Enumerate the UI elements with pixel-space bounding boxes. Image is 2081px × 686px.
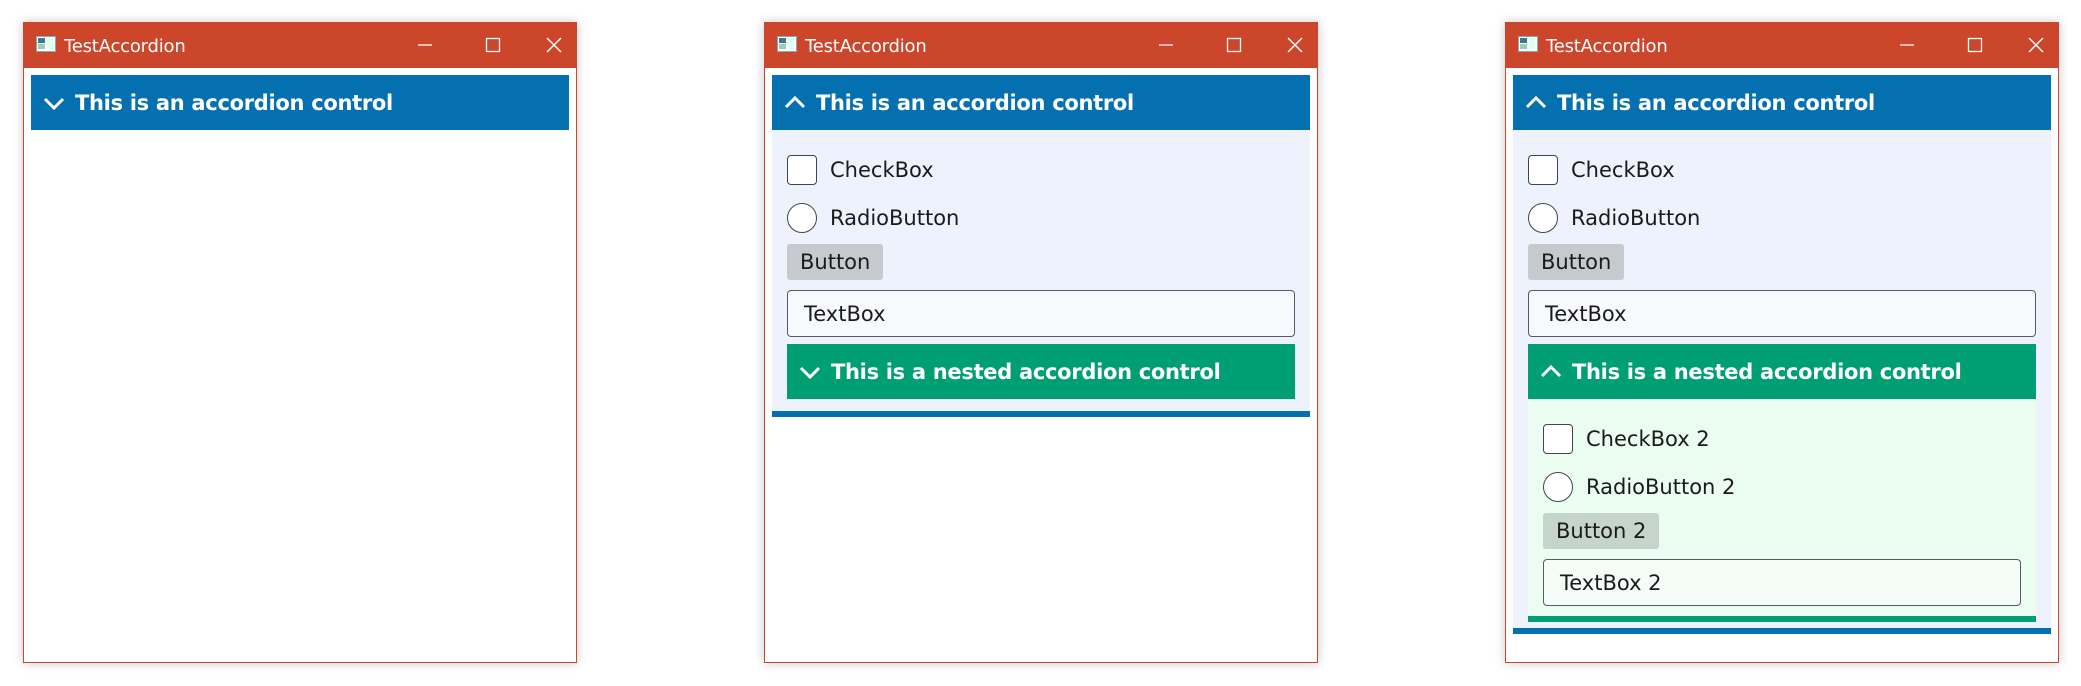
maximize-button[interactable]: [1211, 29, 1257, 61]
maximize-button[interactable]: [470, 29, 516, 61]
window-collapsed: TestAccordion This is an accordion contr…: [23, 22, 577, 663]
checkbox-box[interactable]: [1528, 155, 1558, 185]
accordion-header-label: This is an accordion control: [1557, 90, 1875, 115]
button[interactable]: Button: [787, 244, 884, 280]
button[interactable]: Button: [1528, 244, 1625, 280]
radio-label: RadioButton: [1571, 206, 1701, 230]
chevron-up-icon: [784, 95, 806, 108]
maximize-button[interactable]: [1952, 29, 1998, 61]
checkbox-box[interactable]: [787, 155, 817, 185]
accordion-panel: CheckBox RadioButton Button TextBox This…: [1513, 130, 2051, 634]
radio-button[interactable]: RadioButton: [1528, 194, 2036, 242]
window-title: TestAccordion: [64, 36, 186, 57]
close-button[interactable]: [1272, 29, 1318, 61]
radio-label: RadioButton: [830, 206, 960, 230]
chevron-up-icon: [1525, 95, 1547, 108]
maximize-icon: [1226, 37, 1242, 53]
title-bar[interactable]: TestAccordion: [24, 23, 576, 68]
maximize-icon: [485, 37, 501, 53]
app-icon: [36, 36, 56, 52]
nested-accordion-header-label: This is a nested accordion control: [831, 359, 1221, 384]
nested-accordion-panel: CheckBox 2 RadioButton 2 Button 2 TextBo…: [1528, 399, 2036, 622]
minimize-icon: [1900, 44, 1914, 46]
chevron-down-icon: [799, 366, 821, 379]
radio-circle[interactable]: [787, 203, 817, 233]
radio-button[interactable]: RadioButton 2: [1543, 463, 2021, 511]
checkbox[interactable]: CheckBox 2: [1543, 415, 2021, 463]
minimize-button[interactable]: [1884, 29, 1930, 61]
minimize-button[interactable]: [1143, 29, 1189, 61]
text-box[interactable]: TextBox 2: [1543, 559, 2021, 606]
checkbox-label: CheckBox: [1571, 158, 1675, 182]
accordion-header-label: This is an accordion control: [75, 90, 393, 115]
accordion-header[interactable]: This is an accordion control: [31, 75, 569, 130]
checkbox-label: CheckBox: [830, 158, 934, 182]
app-icon: [1518, 36, 1538, 52]
nested-accordion-header-label: This is a nested accordion control: [1572, 359, 1962, 384]
chevron-down-icon: [43, 97, 65, 110]
close-icon: [546, 37, 562, 53]
button[interactable]: Button 2: [1543, 513, 1660, 549]
radio-circle[interactable]: [1543, 472, 1573, 502]
title-bar[interactable]: TestAccordion: [765, 23, 1317, 68]
checkbox-box[interactable]: [1543, 424, 1573, 454]
accordion-panel: CheckBox RadioButton Button TextBox This…: [772, 130, 1310, 417]
radio-label: RadioButton 2: [1586, 475, 1736, 499]
window-title: TestAccordion: [1546, 36, 1668, 57]
text-box[interactable]: TextBox: [1528, 290, 2036, 337]
checkbox-label: CheckBox 2: [1586, 427, 1710, 451]
radio-circle[interactable]: [1528, 203, 1558, 233]
close-icon: [1287, 37, 1303, 53]
checkbox[interactable]: CheckBox: [1528, 146, 2036, 194]
close-button[interactable]: [531, 29, 577, 61]
window-expanded: TestAccordion This is an accordion contr…: [764, 22, 1318, 663]
close-icon: [2028, 37, 2044, 53]
chevron-up-icon: [1540, 364, 1562, 377]
minimize-icon: [418, 44, 432, 46]
app-icon: [777, 36, 797, 52]
minimize-button[interactable]: [402, 29, 448, 61]
title-bar[interactable]: TestAccordion: [1506, 23, 2058, 68]
window-title: TestAccordion: [805, 36, 927, 57]
close-button[interactable]: [2013, 29, 2059, 61]
minimize-icon: [1159, 44, 1173, 46]
accordion-header[interactable]: This is an accordion control: [1513, 75, 2051, 130]
accordion-header-label: This is an accordion control: [816, 90, 1134, 115]
text-box[interactable]: TextBox: [787, 290, 1295, 337]
maximize-icon: [1967, 37, 1983, 53]
checkbox[interactable]: CheckBox: [787, 146, 1295, 194]
accordion-header[interactable]: This is an accordion control: [772, 75, 1310, 130]
radio-button[interactable]: RadioButton: [787, 194, 1295, 242]
nested-accordion-header[interactable]: This is a nested accordion control: [787, 344, 1295, 399]
nested-accordion-header[interactable]: This is a nested accordion control: [1528, 344, 2036, 399]
window-nested-expanded: TestAccordion This is an accordion contr…: [1505, 22, 2059, 663]
